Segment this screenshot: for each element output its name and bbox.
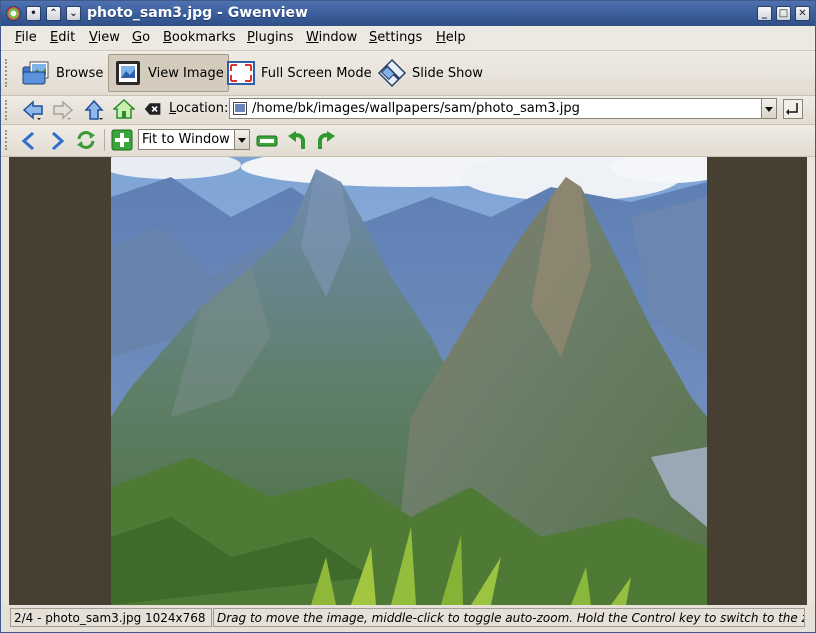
rotate-right-icon[interactable]: [315, 129, 337, 151]
location-dropdown-button[interactable]: [761, 99, 776, 118]
menu-plugins[interactable]: Plugins: [247, 30, 294, 45]
keep-below-button[interactable]: ⌄: [66, 6, 81, 21]
minimize-button[interactable]: _: [757, 6, 772, 21]
app-menu-icon[interactable]: [6, 6, 21, 21]
menu-help[interactable]: Help: [436, 30, 466, 45]
app-window: • ⌃ ⌄ photo_sam3.jpg - Gwenview _ □ ✕ Fi…: [0, 0, 816, 633]
close-button[interactable]: ✕: [795, 6, 810, 21]
previous-image-icon[interactable]: [18, 130, 40, 152]
next-image-icon[interactable]: [46, 130, 68, 152]
full-screen-button[interactable]: Full Screen Mode: [222, 54, 376, 92]
zoom-mode-select[interactable]: Fit to Window: [138, 129, 250, 150]
menu-settings[interactable]: Settings: [369, 30, 422, 45]
full-screen-icon: [227, 61, 255, 85]
menu-bookmarks[interactable]: Bookmarks: [163, 30, 236, 45]
image-toolbar: Fit to Window: [1, 125, 815, 157]
status-hint: Drag to move the image, middle-click to …: [213, 608, 805, 627]
status-bar: 2/4 - photo_sam3.jpg 1024x768 Drag to mo…: [1, 605, 815, 632]
go-location-icon[interactable]: [783, 99, 803, 119]
zoom-mode-value: Fit to Window: [142, 132, 230, 147]
keep-above-button[interactable]: ⌃: [46, 6, 61, 21]
main-toolbar: Browse View Image Full Screen Mode Slide…: [1, 51, 815, 96]
zoom-out-icon[interactable]: [256, 130, 278, 152]
home-icon[interactable]: [113, 98, 135, 120]
menu-window[interactable]: Window: [306, 30, 357, 45]
reload-icon[interactable]: [75, 129, 97, 151]
toolbar-separator: [104, 129, 105, 151]
menu-go[interactable]: Go: [132, 30, 150, 45]
chevron-down-icon: [765, 107, 773, 112]
toolbar-grip[interactable]: [5, 59, 11, 87]
location-label: Location:: [169, 101, 229, 116]
sticky-button[interactable]: •: [26, 6, 41, 21]
view-image-icon: [116, 61, 140, 85]
browse-button[interactable]: Browse: [17, 54, 107, 92]
toolbar-grip[interactable]: [5, 100, 11, 120]
title-bar[interactable]: • ⌃ ⌄ photo_sam3.jpg - Gwenview _ □ ✕: [1, 1, 815, 26]
image-file-icon: [233, 102, 247, 115]
status-file-info: 2/4 - photo_sam3.jpg 1024x768: [10, 608, 212, 627]
full-screen-label: Full Screen Mode: [261, 65, 372, 81]
slide-show-icon: [377, 58, 407, 88]
location-path: /home/bk/images/wallpapers/sam/photo_sam…: [252, 101, 580, 116]
rotate-left-icon[interactable]: [286, 129, 308, 151]
up-icon[interactable]: [83, 99, 105, 121]
forward-icon[interactable]: [52, 99, 74, 121]
location-toolbar: Location: /home/bk/images/wallpapers/sam…: [1, 96, 815, 125]
slide-show-label: Slide Show: [412, 65, 483, 81]
location-input[interactable]: /home/bk/images/wallpapers/sam/photo_sam…: [229, 98, 777, 119]
menu-bar: File Edit View Go Bookmarks Plugins Wind…: [1, 26, 815, 51]
maximize-button[interactable]: □: [776, 6, 791, 21]
menu-view[interactable]: View: [89, 30, 120, 45]
browse-label: Browse: [56, 65, 104, 81]
clear-location-icon[interactable]: [144, 100, 162, 118]
menu-edit[interactable]: Edit: [50, 30, 75, 45]
browse-icon: [22, 61, 49, 85]
mountain-photo[interactable]: [111, 157, 707, 605]
zoom-dropdown-button[interactable]: [234, 130, 249, 149]
slide-show-button[interactable]: Slide Show: [373, 54, 487, 92]
back-icon[interactable]: [22, 99, 44, 121]
zoom-in-icon[interactable]: [111, 129, 133, 151]
menu-file[interactable]: File: [15, 30, 37, 45]
view-image-label: View Image: [148, 65, 224, 81]
window-title: photo_sam3.jpg - Gwenview: [87, 5, 308, 21]
chevron-down-icon: [238, 138, 246, 143]
view-image-button[interactable]: View Image: [108, 54, 229, 92]
toolbar-grip[interactable]: [5, 130, 11, 150]
image-viewer[interactable]: [9, 157, 807, 605]
